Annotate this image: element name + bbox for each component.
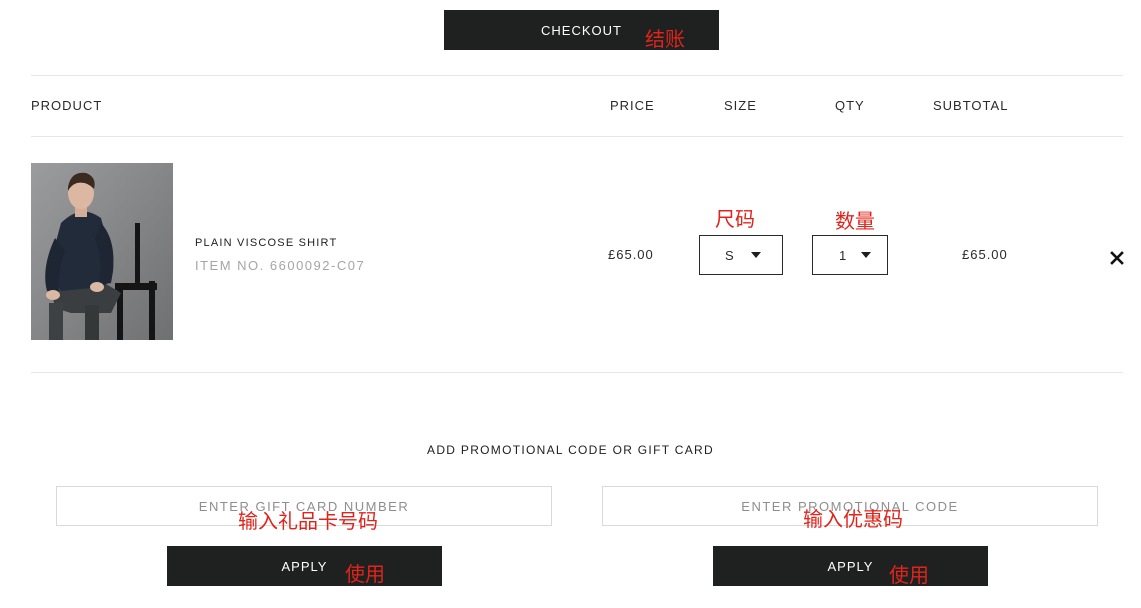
- apply-gift-card-button[interactable]: APPLY: [167, 546, 442, 586]
- header-qty: QTY: [835, 98, 865, 113]
- qty-value: 1: [839, 247, 847, 263]
- divider: [31, 75, 1123, 76]
- qty-select[interactable]: 1: [812, 235, 888, 275]
- chevron-down-icon: [861, 252, 871, 258]
- checkout-label: CHECKOUT: [541, 22, 622, 38]
- divider: [31, 136, 1123, 137]
- apply-promo-code-button[interactable]: APPLY: [713, 546, 988, 586]
- header-product: PRODUCT: [31, 98, 103, 113]
- size-annotation: 尺码: [715, 207, 755, 231]
- product-price: £65.00: [608, 247, 654, 262]
- apply-promo-code-annotation: 使用: [889, 563, 929, 587]
- header-subtotal: SUBTOTAL: [933, 98, 1009, 113]
- chevron-down-icon: [751, 252, 761, 258]
- promo-code-annotation: 输入优惠码: [803, 507, 903, 531]
- product-item-number: ITEM NO. 6600092-C07: [195, 258, 366, 273]
- remove-item-button[interactable]: [1108, 248, 1126, 268]
- header-price: PRICE: [610, 98, 655, 113]
- qty-annotation: 数量: [835, 209, 875, 233]
- apply-label: APPLY: [827, 558, 874, 574]
- product-image[interactable]: [31, 163, 173, 340]
- product-subtotal: £65.00: [962, 247, 1008, 262]
- apply-label: APPLY: [281, 558, 328, 574]
- product-name[interactable]: PLAIN VISCOSE SHIRT: [195, 237, 337, 249]
- size-value: S: [725, 247, 734, 263]
- size-select[interactable]: S: [699, 235, 783, 275]
- divider: [31, 372, 1123, 373]
- checkout-annotation: 结账: [645, 27, 685, 51]
- header-size: SIZE: [724, 98, 757, 113]
- promo-section-title: ADD PROMOTIONAL CODE OR GIFT CARD: [427, 443, 714, 457]
- close-icon: [1110, 251, 1124, 265]
- gift-card-annotation: 输入礼品卡号码: [238, 509, 378, 533]
- apply-gift-card-annotation: 使用: [345, 562, 385, 586]
